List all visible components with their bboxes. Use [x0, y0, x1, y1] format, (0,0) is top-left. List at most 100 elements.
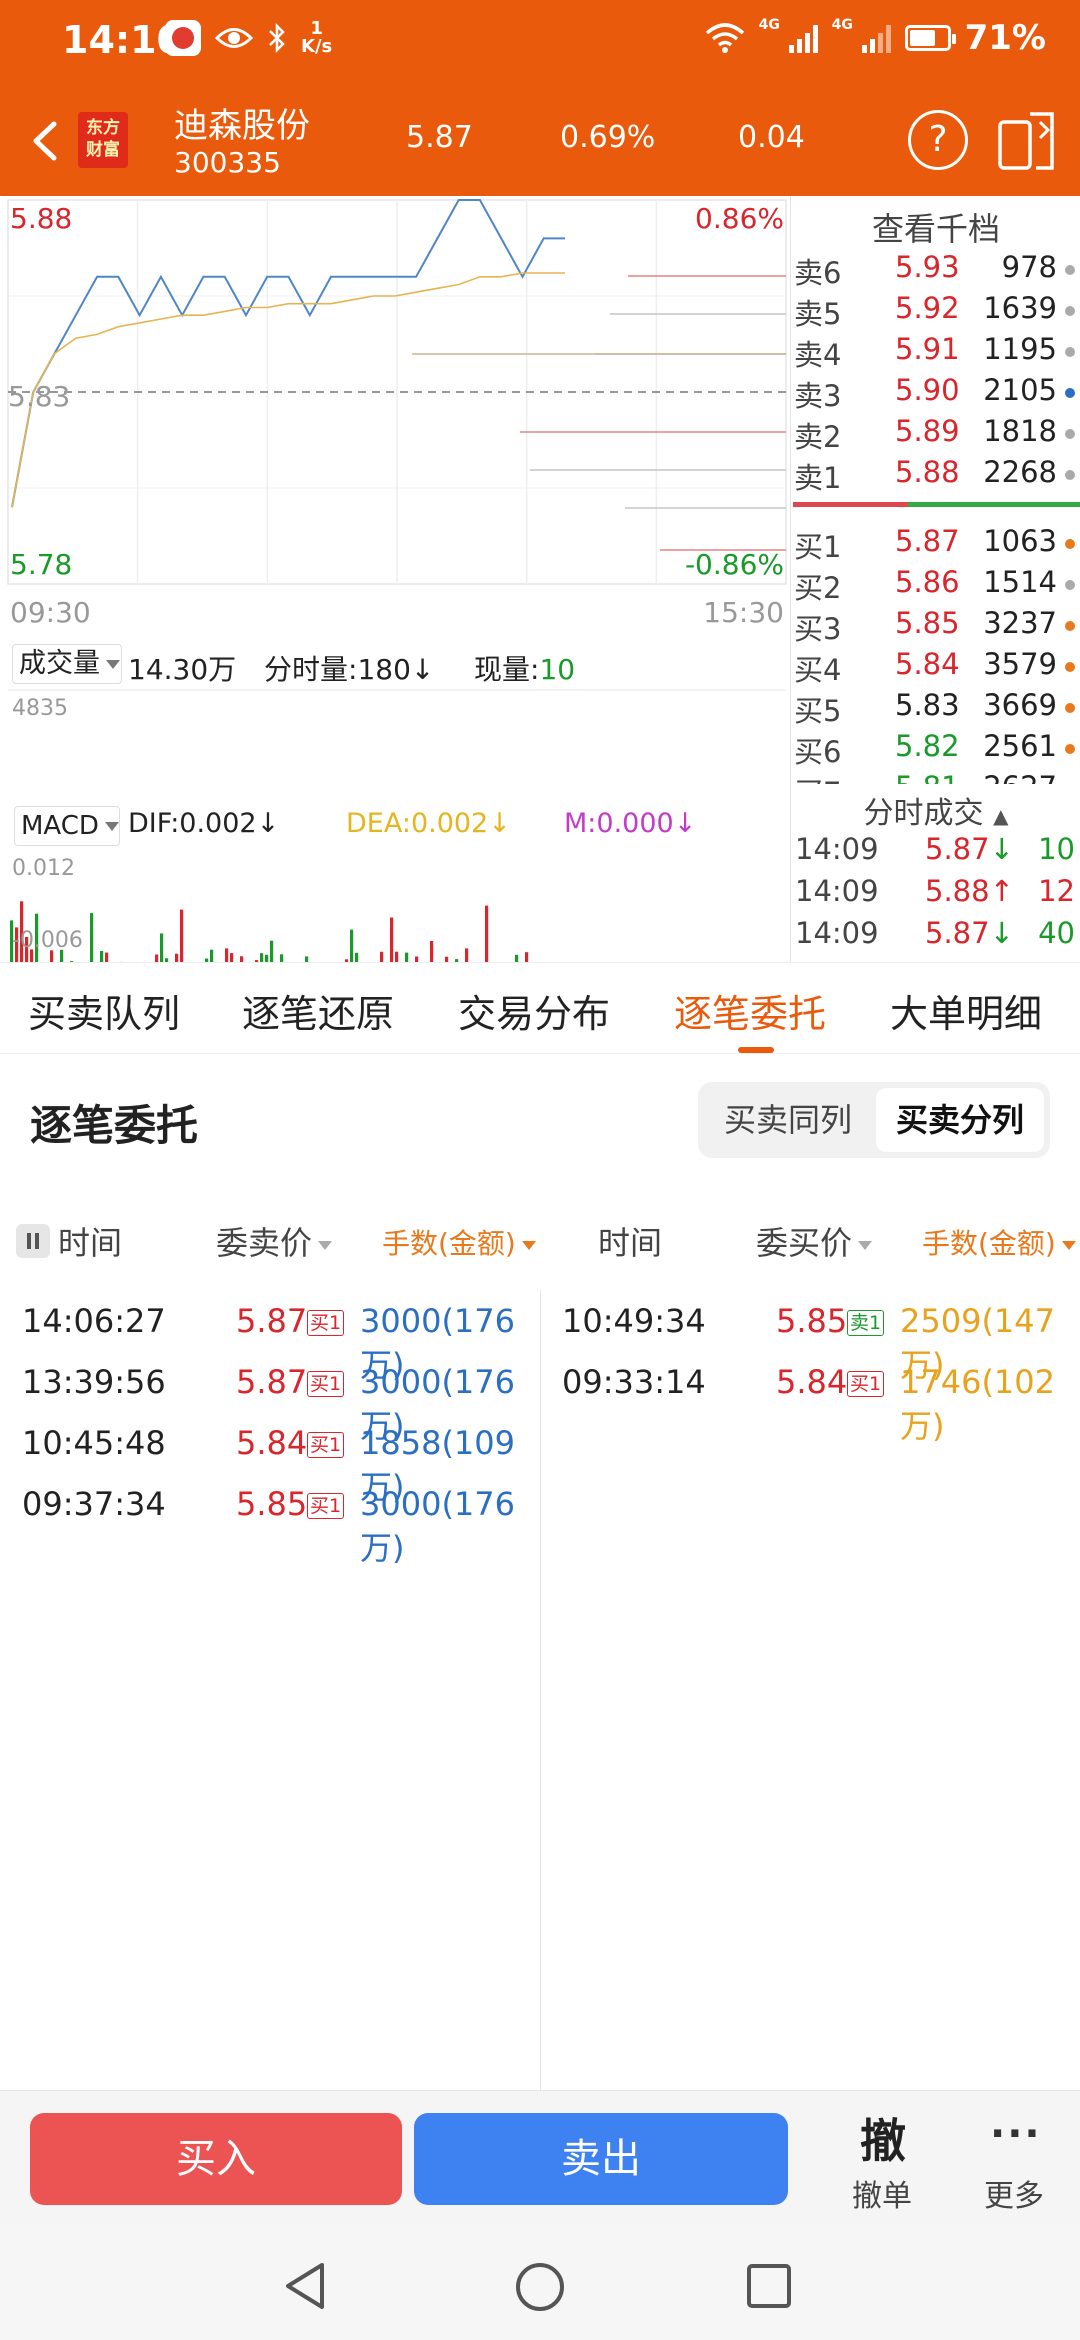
tab-bid-ask-queue[interactable]: 买卖队列: [28, 983, 180, 1038]
volume-bar: [280, 954, 284, 994]
sort-caret-icon: [1061, 1240, 1076, 1250]
y-axis-high: 5.88: [10, 202, 73, 235]
help-button[interactable]: ?: [908, 110, 968, 170]
down-arrow-icon: ↓: [989, 832, 1014, 866]
intraday-chart[interactable]: 5.88 5.83 5.78 0.86% -0.86% 09:30 15:30 …: [0, 196, 790, 1155]
network-speed-unit: K/s: [301, 36, 333, 57]
volume-bar: [180, 909, 184, 994]
view-thousand-levels-button[interactable]: 查看千档: [791, 204, 1080, 250]
cancel-order-icon[interactable]: 撤: [860, 2105, 906, 2171]
signal-icon: 4G: [759, 17, 818, 53]
tick-row: 14:09 5.87↓ 10: [791, 832, 1080, 874]
ask-label: 卖3: [794, 379, 842, 413]
volume-bar: [390, 917, 394, 994]
volume-period-label: 分时量:: [264, 653, 358, 686]
volume-indicator-select[interactable]: 成交量: [12, 644, 122, 684]
x-axis-end: 15:30: [703, 596, 784, 629]
bid-label: 买2: [794, 571, 842, 605]
battery-icon: [904, 25, 956, 51]
bid-row: 买4 5.84 3579: [791, 647, 1080, 688]
macd-dif: DIF:0.002↓: [128, 808, 279, 839]
tab-tick-restore[interactable]: 逐笔还原: [242, 983, 394, 1038]
col-sell-price[interactable]: 委卖价: [216, 1218, 333, 1264]
col-buy-price[interactable]: 委买价: [756, 1218, 873, 1264]
x-axis-start: 09:30: [10, 596, 91, 629]
dot-icon: [1065, 306, 1075, 316]
down-arrow-icon: ↓: [410, 653, 435, 686]
cancel-order-button[interactable]: 撤单: [852, 2171, 912, 2215]
pct-axis-low: -0.86%: [684, 548, 784, 581]
header-change: 0.04: [738, 120, 805, 155]
order-price: 5.87: [236, 1363, 308, 1401]
sell-button[interactable]: 卖出: [414, 2113, 788, 2205]
dot-icon: [1065, 703, 1075, 713]
ask-volume: 978: [1001, 250, 1057, 284]
tab-order-by-order[interactable]: 逐笔委托: [674, 983, 826, 1038]
split-column-button[interactable]: 买卖分列: [876, 1088, 1044, 1152]
order-time: 09:37:34: [22, 1485, 166, 1523]
tick-volume: 40: [1038, 916, 1075, 950]
col-lots-amount-2-label: 手数(金额): [922, 1227, 1056, 1260]
bid-price: 5.85: [895, 606, 960, 640]
ask-price: 5.93: [895, 250, 960, 284]
stock-header: 东方 财富 迪森股份 300335 5.87 0.69% 0.04 ?: [0, 90, 1080, 196]
down-arrow-icon: ↓: [488, 808, 511, 839]
macd-bottom: -0.006: [12, 928, 83, 953]
battery-percent: 71%: [964, 18, 1046, 58]
bid-label: 买7: [794, 770, 841, 784]
tick-price: 5.88↑: [925, 874, 1014, 908]
volume-bar: [105, 952, 109, 994]
nav-home-icon[interactable]: [514, 2261, 566, 2313]
down-arrow-icon: ↓: [673, 808, 697, 839]
ask-label: 卖4: [794, 338, 842, 372]
tab-large-order-detail[interactable]: 大单明细: [890, 983, 1042, 1038]
bid-volume: 1063: [983, 524, 1057, 558]
bid-label: 买4: [794, 653, 842, 687]
ask-volume: 1195: [983, 332, 1057, 366]
bluetooth-icon: [269, 22, 285, 54]
pause-icon[interactable]: [16, 1224, 50, 1258]
volume-bar: [270, 940, 274, 994]
view-mode-toggle: 买卖同列 买卖分列: [698, 1082, 1050, 1158]
detail-tabs: 买卖队列 逐笔还原 交易分布 逐笔委托 大单明细: [0, 962, 1080, 1054]
dot-icon: [1065, 388, 1075, 398]
nav-recents-icon[interactable]: [746, 2263, 792, 2309]
buy-button[interactable]: 买入: [30, 2113, 402, 2205]
back-arrow-icon[interactable]: [22, 116, 72, 166]
ask-row: 卖2 5.89 1818: [791, 414, 1080, 455]
y-axis-mid: 5.83: [8, 380, 71, 413]
same-column-button[interactable]: 买卖同列: [704, 1088, 872, 1152]
more-button[interactable]: 更多: [984, 2171, 1044, 2215]
col-lots-amount[interactable]: 手数(金额): [382, 1222, 536, 1262]
stock-name[interactable]: 迪森股份: [174, 98, 310, 147]
nav-back-icon[interactable]: [282, 2261, 330, 2311]
volume-bar: [525, 952, 529, 994]
more-icon[interactable]: ···: [990, 2111, 1042, 2157]
volume-max: 4835: [12, 696, 68, 721]
bid-price: 5.87: [895, 524, 960, 558]
macd-top: 0.012: [12, 856, 75, 881]
dot-icon: [1065, 744, 1075, 754]
order-qty: 1746(102万): [900, 1363, 1055, 1445]
macd-indicator-select[interactable]: MACD: [14, 806, 120, 846]
col-lots-amount-label: 手数(金额): [382, 1227, 516, 1260]
dot-icon: [1065, 539, 1075, 549]
order-price: 5.85: [776, 1302, 848, 1340]
eye-icon: [215, 28, 253, 48]
bid-price: 5.86: [895, 565, 960, 599]
bid-price: 5.81: [895, 770, 960, 784]
ask-price: 5.91: [895, 332, 960, 366]
bid-price: 5.83: [895, 688, 960, 722]
bid-label: 买3: [794, 612, 842, 646]
tick-time: 14:09: [795, 832, 879, 866]
col-lots-amount-2[interactable]: 手数(金额): [922, 1222, 1076, 1262]
order-price: 5.84: [776, 1363, 848, 1401]
tab-trade-distribution[interactable]: 交易分布: [458, 983, 610, 1038]
tick-price: 5.87↓: [925, 832, 1014, 866]
switch-stock-icon[interactable]: [996, 108, 1058, 174]
order-price: 5.87: [236, 1302, 308, 1340]
order-time: 13:39:56: [22, 1363, 166, 1401]
order-time: 09:33:14: [562, 1363, 706, 1401]
ask-row: 卖6 5.93 978: [791, 250, 1080, 291]
tick-trades-header[interactable]: 分时成交 ▲: [791, 788, 1080, 832]
